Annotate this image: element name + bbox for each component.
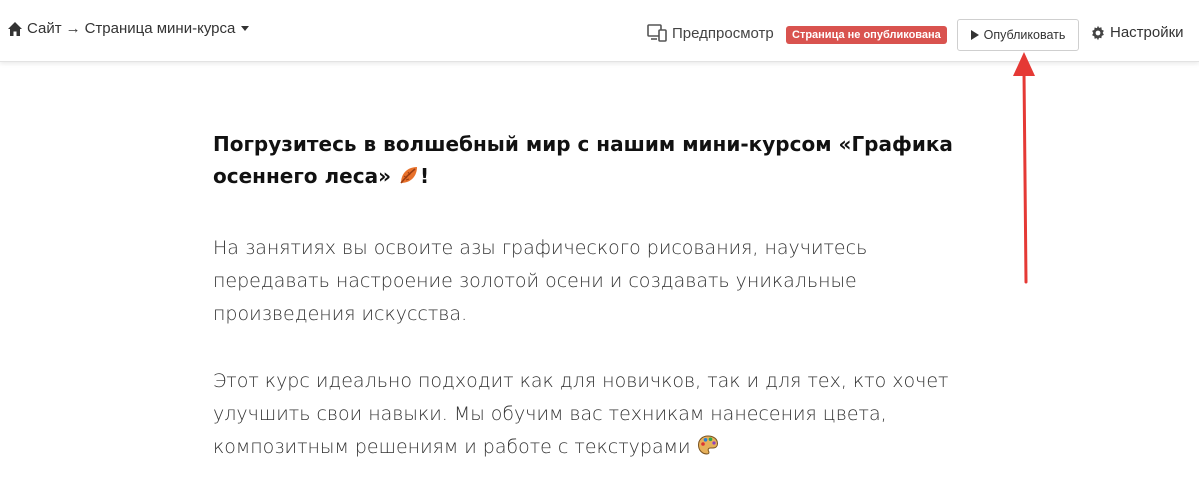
status-badge: Страница не опубликована xyxy=(786,26,947,44)
preview-button[interactable]: Предпросмотр xyxy=(647,24,774,42)
play-icon xyxy=(970,30,979,40)
breadcrumb-page[interactable]: Страница мини-курса xyxy=(85,20,236,37)
publish-label: Опубликовать xyxy=(983,28,1066,42)
course-headline: Погрузитесь в волшебный мир с нашим мини… xyxy=(213,128,973,192)
palette-icon xyxy=(697,435,718,455)
devices-icon xyxy=(647,24,667,42)
paragraph-2: Этот курс идеально подходит как для нови… xyxy=(213,365,973,464)
breadcrumb-separator: → xyxy=(65,20,81,37)
caret-down-icon[interactable] xyxy=(241,26,250,31)
top-toolbar: Сайт → Страница мини-курса Предпросмотр … xyxy=(0,0,1199,62)
breadcrumb-site[interactable]: Сайт xyxy=(27,20,62,37)
breadcrumb[interactable]: Сайт → Страница мини-курса xyxy=(7,20,250,37)
page-content: Погрузитесь в волшебный мир с нашим мини… xyxy=(213,128,973,464)
home-icon[interactable] xyxy=(7,21,23,37)
paragraph-1: На занятиях вы освоите азы графического … xyxy=(213,237,868,325)
gear-icon xyxy=(1092,25,1104,40)
fallen-leaf-icon xyxy=(400,167,417,184)
preview-label: Предпросмотр xyxy=(672,24,774,42)
headline-exclamation: ! xyxy=(419,164,430,188)
settings-label: Настройки xyxy=(1110,24,1184,41)
settings-button[interactable]: Настройки xyxy=(1090,24,1184,41)
headline-text: Погрузитесь в волшебный мир с нашим мини… xyxy=(213,132,953,188)
publish-button[interactable]: Опубликовать xyxy=(957,19,1079,51)
paragraph-2-text: Этот курс идеально подходит как для нови… xyxy=(213,370,949,458)
